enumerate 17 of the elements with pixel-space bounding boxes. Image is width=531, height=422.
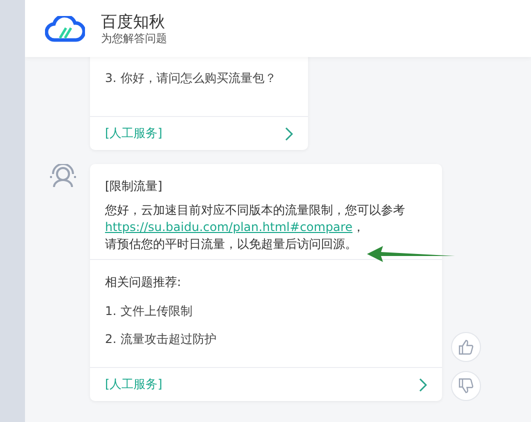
app-title: 百度知秋 [101, 12, 166, 32]
thumbs-down-icon [458, 378, 474, 394]
chevron-right-icon[interactable] [419, 378, 427, 392]
robot-avatar-icon [48, 164, 76, 188]
thumbs-up-button[interactable] [451, 332, 481, 362]
related-question[interactable]: 2. 流量攻击超过防护 [105, 331, 427, 348]
thumbs-up-icon [458, 339, 474, 355]
answer-note: 请预估您的平时日流量，以免超量后访问回源。 [105, 236, 357, 253]
answer-text: 您好，云加速目前对应不同版本的流量限制，您可以参考 https://su.baidu.com/plan.html#compare， [105, 202, 406, 236]
related-title: 相关问题推荐: [105, 274, 182, 291]
chevron-right-icon[interactable] [285, 126, 293, 140]
cloud-logo-icon [45, 16, 85, 42]
related-question[interactable]: 1. 文件上传限制 [105, 303, 427, 320]
thumbs-down-button[interactable] [451, 371, 481, 401]
app-subtitle: 为您解答问题 [101, 32, 167, 46]
related-question[interactable]: 3. 你好，请问怎么购买流量包？ [105, 70, 293, 87]
answer-heading: [限制流量] [105, 178, 164, 195]
